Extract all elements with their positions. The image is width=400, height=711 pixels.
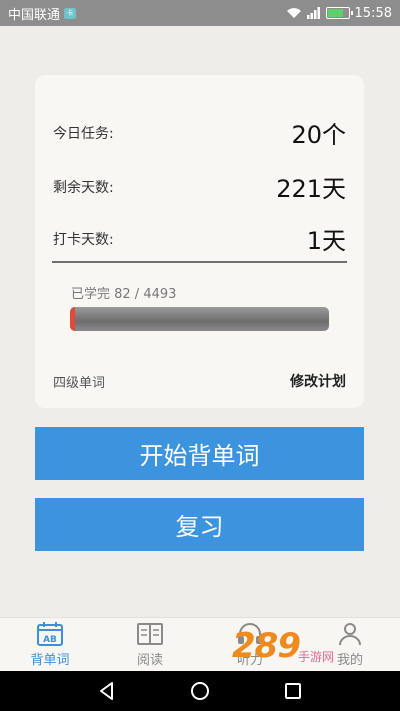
carrier-name: 中国联通 (8, 7, 61, 23)
sim-icon: 卡 (64, 7, 77, 19)
stat-value: 20个 (291, 121, 346, 149)
watermark-text: 手游网 (298, 650, 335, 664)
wifi-icon (286, 8, 301, 18)
review-button[interactable]: 复习 (35, 498, 364, 551)
svg-text:AB: AB (43, 635, 57, 645)
tab-memorize[interactable]: AB 背单词 (0, 618, 100, 671)
stat-row-checkin-days: 打卡天数: 1天 (53, 221, 346, 256)
progress-fill (70, 307, 75, 331)
calendar-ab-icon: AB (37, 622, 63, 646)
home-icon[interactable] (189, 680, 211, 702)
tab-label: 阅读 (136, 653, 163, 668)
start-memorize-button[interactable]: 开始背单词 (35, 427, 364, 480)
battery-icon (325, 7, 353, 19)
plan-card: 今日任务: 20个 剩余天数: 221天 打卡天数: 1天 已学完 82 / 4… (35, 75, 364, 408)
tab-reading[interactable]: 阅读 (100, 618, 200, 671)
stat-label: 剩余天数: (53, 179, 114, 196)
status-left: 中国联通 卡 (8, 4, 77, 23)
recents-icon[interactable] (282, 680, 304, 702)
watermark: 289 手游网 (232, 626, 382, 668)
stat-value: 1天 (306, 227, 346, 255)
back-icon[interactable] (96, 680, 118, 702)
progress-label: 已学完 82 / 4493 (71, 287, 177, 302)
divider (52, 261, 347, 263)
edit-plan-button[interactable]: 修改计划 (290, 371, 346, 391)
stat-value: 221天 (276, 175, 346, 203)
card-footer: 四级单词 修改计划 (53, 371, 346, 391)
watermark-logo: 289 (232, 626, 301, 666)
book-icon (137, 623, 163, 645)
stat-row-today-task: 今日任务: 20个 (53, 115, 346, 150)
word-list-name: 四级单词 (53, 375, 106, 391)
stat-label: 今日任务: (53, 125, 114, 142)
progress-bar (70, 307, 329, 331)
signal-icon (306, 7, 320, 19)
stat-row-remaining-days: 剩余天数: 221天 (53, 169, 346, 204)
status-right: 15:58 (286, 6, 392, 21)
system-nav-bar (0, 671, 400, 711)
tab-label: 背单词 (30, 653, 70, 668)
status-time: 15:58 (354, 5, 392, 21)
status-bar: 中国联通 卡 15:58 (0, 0, 400, 26)
stat-label: 打卡天数: (53, 231, 114, 248)
